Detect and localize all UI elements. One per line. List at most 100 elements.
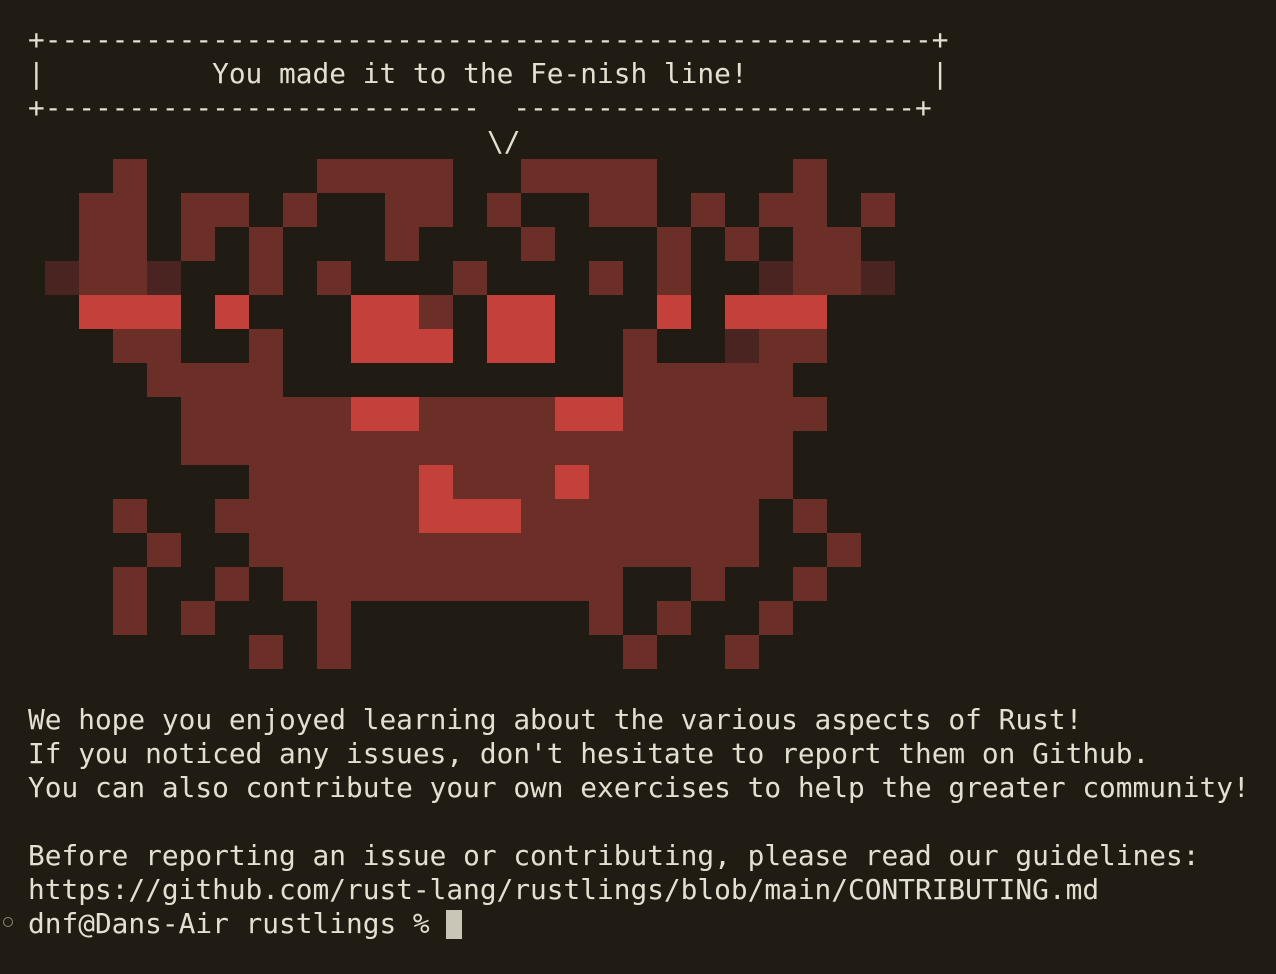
crab-pixel — [555, 499, 589, 533]
crab-pixel — [181, 431, 215, 465]
message-line-1: We hope you enjoyed learning about the v… — [28, 703, 1083, 736]
crab-pixel — [249, 533, 283, 567]
crab-pixel — [623, 499, 657, 533]
crab-pixel — [215, 567, 249, 601]
crab-pixel — [793, 159, 827, 193]
guidelines-line: Before reporting an issue or contributin… — [28, 839, 1200, 872]
crab-pixel — [555, 567, 589, 601]
terminal-window: +---------------------------------------… — [0, 0, 1276, 974]
crab-pixel — [827, 261, 861, 295]
crab-pixel — [113, 227, 147, 261]
crab-pixel — [759, 601, 793, 635]
crab-pixel — [317, 601, 351, 635]
crab-pixel — [623, 635, 657, 669]
prompt-text: dnf@Dans-Air rustlings % — [28, 907, 447, 940]
crab-pixel — [793, 499, 827, 533]
crab-pixel — [725, 533, 759, 567]
crab-pixel — [113, 329, 147, 363]
crab-pixel — [317, 159, 351, 193]
crab-pixel — [385, 159, 419, 193]
crab-pixel — [351, 397, 385, 431]
crab-pixel — [249, 635, 283, 669]
crab-pixel — [521, 397, 555, 431]
crab-pixel — [283, 465, 317, 499]
crab-pixel — [113, 193, 147, 227]
crab-pixel — [317, 499, 351, 533]
crab-pixel — [215, 397, 249, 431]
crab-pixel — [691, 465, 725, 499]
crab-pixel — [385, 295, 419, 329]
crab-pixel — [147, 533, 181, 567]
crab-pixel — [385, 567, 419, 601]
crab-pixel — [147, 261, 181, 295]
crab-pixel — [79, 193, 113, 227]
crab-pixel — [385, 431, 419, 465]
crab-pixel — [147, 363, 181, 397]
crab-pixel — [419, 465, 453, 499]
crab-pixel — [521, 431, 555, 465]
crab-pixel — [759, 329, 793, 363]
crab-pixel — [725, 499, 759, 533]
crab-pixel — [249, 329, 283, 363]
crab-pixel — [351, 329, 385, 363]
crab-pixel — [249, 363, 283, 397]
crab-pixel — [861, 193, 895, 227]
crab-pixel — [759, 193, 793, 227]
crab-pixel — [249, 465, 283, 499]
crab-pixel — [113, 159, 147, 193]
crab-pixel — [113, 261, 147, 295]
crab-pixel — [691, 431, 725, 465]
crab-pixel — [113, 295, 147, 329]
crab-pixel — [623, 533, 657, 567]
crab-pixel — [215, 431, 249, 465]
crab-pixel — [521, 533, 555, 567]
crab-pixel — [691, 499, 725, 533]
crab-pixel — [317, 431, 351, 465]
crab-pixel — [453, 431, 487, 465]
crab-pixel — [623, 363, 657, 397]
crab-pixel — [725, 227, 759, 261]
crab-pixel — [725, 465, 759, 499]
crab-pixel — [827, 533, 861, 567]
crab-pixel — [487, 567, 521, 601]
crab-pixel — [657, 295, 691, 329]
crab-pixel — [555, 159, 589, 193]
crab-pixel — [147, 329, 181, 363]
crab-pixel — [589, 193, 623, 227]
crab-pixel — [623, 329, 657, 363]
crab-pixel — [419, 295, 453, 329]
crab-pixel — [351, 533, 385, 567]
shell-prompt[interactable]: dnf@Dans-Air rustlings % — [28, 907, 463, 941]
crab-pixel — [215, 499, 249, 533]
crab-pixel — [419, 397, 453, 431]
crab-pixel — [657, 227, 691, 261]
crab-pixel — [453, 533, 487, 567]
crab-pixel — [113, 601, 147, 635]
crab-pixel — [453, 397, 487, 431]
crab-pixel — [215, 295, 249, 329]
crab-pixel — [793, 227, 827, 261]
crab-pixel — [181, 601, 215, 635]
crab-pixel — [657, 499, 691, 533]
crab-pixel — [419, 329, 453, 363]
crab-pixel — [385, 227, 419, 261]
crab-pixel — [181, 397, 215, 431]
crab-pixel — [725, 295, 759, 329]
crab-pixel — [249, 431, 283, 465]
crab-pixel — [555, 431, 589, 465]
crab-pixel — [759, 363, 793, 397]
text-cursor[interactable] — [446, 910, 463, 939]
crab-pixel — [725, 329, 759, 363]
crab-pixel — [623, 159, 657, 193]
crab-pixel — [181, 227, 215, 261]
crab-pixel — [521, 227, 555, 261]
crab-pixel — [249, 261, 283, 295]
crab-pixel — [317, 397, 351, 431]
crab-pixel — [589, 397, 623, 431]
crab-pixel — [385, 193, 419, 227]
crab-pixel — [487, 397, 521, 431]
crab-pixel — [487, 295, 521, 329]
crab-pixel — [589, 499, 623, 533]
crab-pixel — [521, 567, 555, 601]
contributing-link[interactable]: https://github.com/rust-lang/rustlings/b… — [28, 873, 1099, 907]
